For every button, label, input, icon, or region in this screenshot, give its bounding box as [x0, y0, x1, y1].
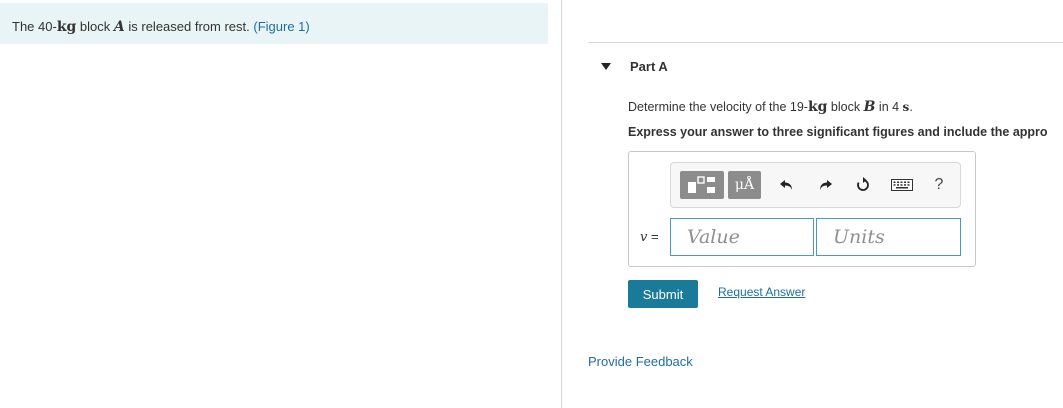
provide-feedback-link[interactable]: Provide Feedback — [588, 354, 693, 369]
question-text: Determine the velocity of the 19-kg bloc… — [628, 99, 913, 115]
units-symbol-icon: μÅ — [734, 177, 755, 193]
question-mid: block — [827, 100, 864, 114]
redo-button[interactable] — [813, 171, 837, 199]
reset-button[interactable] — [851, 171, 875, 199]
undo-button[interactable] — [775, 171, 799, 199]
question-after: in 4 — [875, 100, 903, 114]
problem-statement-panel: The 40-kg block A is released from rest.… — [0, 3, 548, 44]
help-button[interactable]: ? — [929, 171, 949, 199]
request-answer-link[interactable]: Request Answer — [718, 285, 805, 299]
units-input[interactable] — [816, 218, 961, 256]
keyboard-icon — [891, 179, 913, 191]
caret-down-icon — [601, 62, 611, 70]
math-toolbar: μÅ ? — [670, 162, 961, 208]
undo-icon — [780, 180, 792, 190]
part-top-rule — [588, 42, 1063, 43]
problem-statement: The 40-kg block A is released from rest.… — [12, 19, 310, 35]
reset-icon — [857, 177, 869, 191]
variable-label: v = — [640, 229, 659, 245]
help-icon: ? — [934, 176, 944, 193]
mass-unit: kg — [56, 19, 77, 35]
problem-text-end: is released from rest. — [124, 19, 254, 34]
submit-button[interactable]: Submit — [628, 280, 698, 308]
question-mass-unit: kg — [807, 99, 828, 115]
question-end: . — [909, 100, 913, 114]
problem-text-mid: block — [76, 19, 114, 34]
part-title: Part A — [630, 59, 668, 74]
panel-divider — [561, 0, 562, 408]
question-prefix: Determine the velocity of the 19- — [628, 100, 808, 114]
redo-icon — [820, 180, 832, 190]
block-name: A — [113, 19, 125, 35]
keyboard-button[interactable] — [887, 171, 917, 199]
figure-link[interactable]: (Figure 1) — [253, 19, 309, 34]
templates-icon — [688, 176, 715, 193]
templates-button[interactable] — [680, 171, 724, 199]
collapse-toggle[interactable] — [596, 58, 616, 74]
question-block: B — [863, 99, 876, 115]
value-input[interactable] — [670, 218, 814, 256]
equals-sign: = — [647, 229, 659, 244]
units-button[interactable]: μÅ — [728, 171, 761, 199]
problem-text-start: The 40- — [12, 19, 57, 34]
instruction-text: Express your answer to three significant… — [628, 125, 1048, 139]
